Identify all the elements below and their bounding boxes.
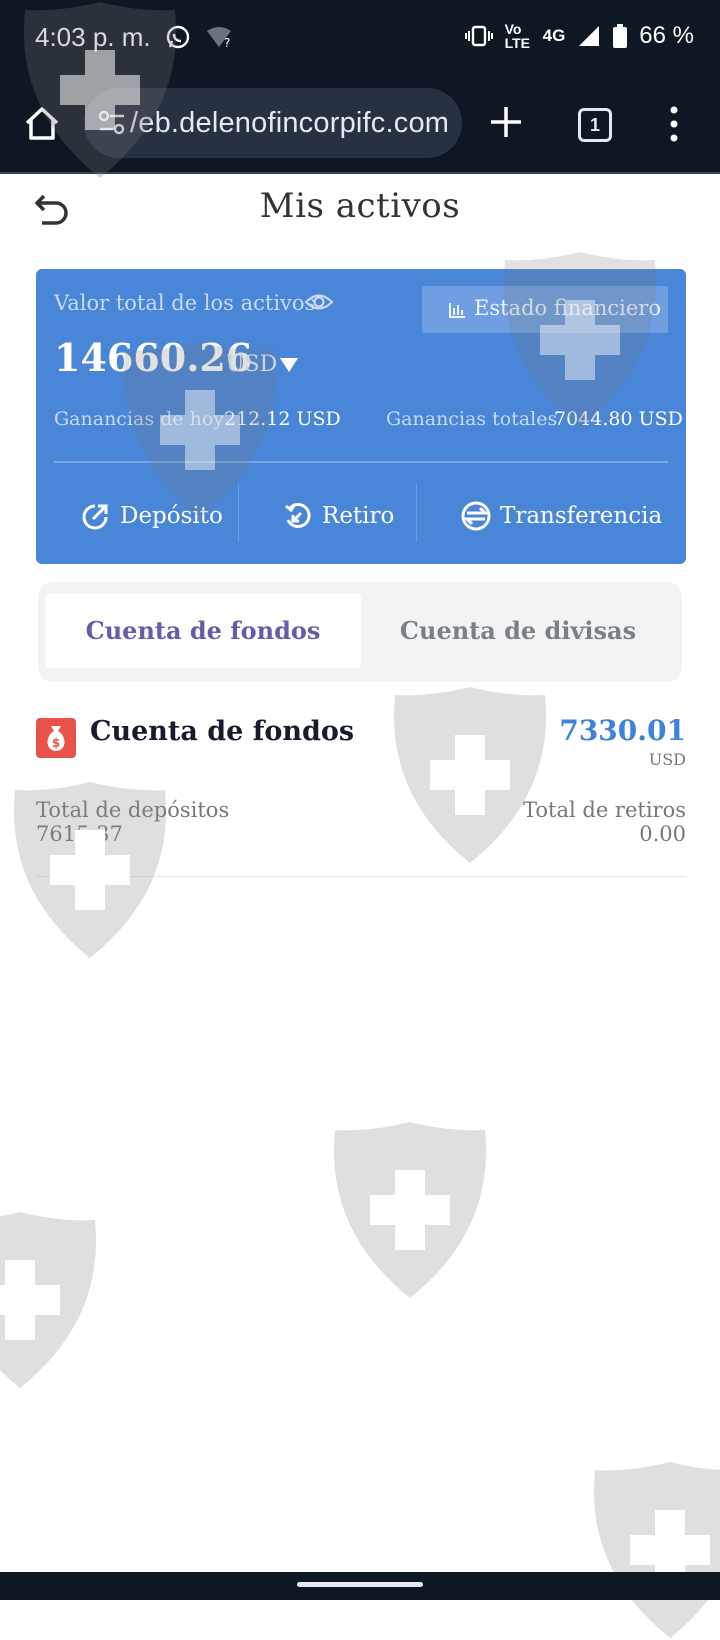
home-icon[interactable]: [22, 104, 62, 144]
total-deposits-label: Total de depósitos: [36, 798, 230, 822]
transfer-label: Transferencia: [500, 503, 663, 529]
browser-toolbar: /eb.delenofincorpifc.com 1: [0, 80, 720, 174]
vibrate-icon: [464, 25, 493, 47]
transfer-icon: [461, 501, 491, 531]
address-bar[interactable]: /eb.delenofincorpifc.com: [84, 88, 462, 158]
fund-account-title: Cuenta de fondos: [90, 716, 355, 747]
deposit-label: Depósito: [120, 503, 223, 529]
battery-icon: [613, 24, 628, 48]
wifi-question-icon: ?: [207, 27, 231, 49]
fund-account-currency: USD: [648, 750, 686, 769]
assets-card: Valor total de los activos Estado financ…: [36, 269, 686, 564]
whatsapp-icon: [166, 25, 190, 49]
total-assets-label: Valor total de los activos: [54, 291, 316, 315]
total-assets-value: 14660.26: [54, 335, 253, 380]
action-separator: [238, 484, 239, 542]
site-settings-icon[interactable]: [98, 110, 126, 136]
url-text[interactable]: /eb.delenofincorpifc.com: [130, 107, 449, 140]
signal-icon: [579, 26, 600, 46]
gesture-handle[interactable]: [297, 1582, 423, 1587]
network-type: 4G: [542, 26, 566, 45]
card-divider: [54, 461, 668, 463]
action-separator: [416, 484, 417, 542]
battery-level: 66 %: [639, 22, 694, 49]
total-earnings-value: 7044.80 USD: [554, 408, 683, 430]
transfer-button[interactable]: Transferencia: [460, 491, 662, 541]
deposit-button[interactable]: Depósito: [80, 491, 223, 541]
total-deposits-value: 7615.37: [36, 822, 123, 846]
withdraw-button[interactable]: Retiro: [282, 491, 394, 541]
fund-account-value: 7330.01: [559, 714, 686, 747]
svg-text:$: $: [52, 736, 60, 750]
system-nav-bar: [0, 1572, 720, 1600]
bar-chart-icon: [449, 303, 465, 318]
total-assets-currency[interactable]: USD: [226, 352, 277, 377]
caret-down-icon[interactable]: [279, 357, 299, 373]
total-withdrawals-label: Total de retiros: [523, 798, 686, 822]
account-tabs: Cuenta de fondos Cuenta de divisas: [38, 582, 682, 682]
money-bag-icon: $: [36, 718, 76, 758]
fund-divider: [36, 876, 686, 877]
shield-watermark-icon: [393, 687, 547, 863]
status-time: 4:03 p. m.: [35, 22, 151, 52]
today-earnings-label: Ganancias de hoy: [54, 408, 224, 430]
volte-indicator: Vo LTE: [504, 21, 531, 51]
eye-icon[interactable]: [304, 291, 334, 313]
svg-text:?: ?: [224, 36, 230, 49]
withdraw-label: Retiro: [322, 503, 395, 529]
more-vert-icon[interactable]: [668, 104, 680, 144]
total-earnings-label: Ganancias totales: [386, 408, 558, 430]
tab-currency-account[interactable]: Cuenta de divisas: [360, 594, 676, 668]
page-title: Mis activos: [259, 186, 461, 226]
status-bar: 4:03 p. m. ? Vo LTE 4G 66 %: [0, 0, 720, 80]
shield-watermark-icon: [333, 1122, 487, 1298]
financial-statement-button[interactable]: Estado financiero: [422, 286, 668, 333]
tab-fund-account[interactable]: Cuenta de fondos: [45, 594, 361, 668]
tabs-button[interactable]: 1: [578, 108, 612, 142]
shield-watermark-icon: [594, 1462, 720, 1638]
plus-icon[interactable]: [486, 102, 526, 142]
total-withdrawals-value: 0.00: [639, 822, 686, 846]
withdraw-icon: [285, 503, 311, 528]
financial-statement-label: Estado financiero: [474, 296, 661, 320]
today-earnings-value: 212.12 USD: [224, 408, 341, 430]
deposit-icon: [82, 504, 108, 530]
shield-watermark-icon: [0, 1212, 96, 1388]
